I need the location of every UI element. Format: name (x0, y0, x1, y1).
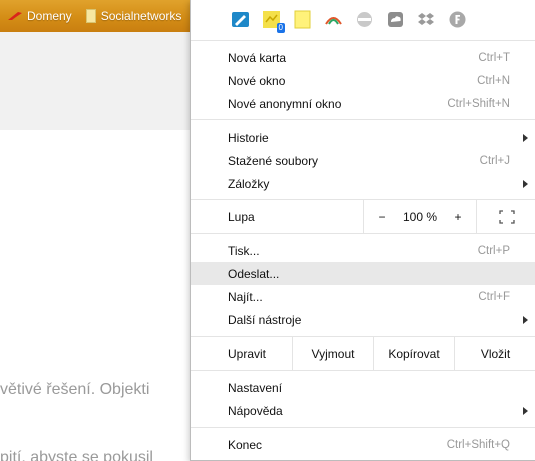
menu-item-cast[interactable]: Odeslat... (191, 262, 535, 285)
zoom-row: Lupa − 100 % + (191, 200, 535, 233)
menu-item-label: Nové okno (228, 73, 286, 88)
menu-item-shortcut: Ctrl+Shift+Q (446, 438, 510, 451)
bookmark-label: Domeny (27, 9, 72, 23)
fullscreen-icon (498, 209, 515, 224)
zoom-label: Lupa (228, 210, 255, 224)
menu-item-label: Historie (228, 130, 269, 145)
browser-menu: 0 Nová karta Ctrl+T Nové okno Ctrl+N Nov… (190, 0, 535, 461)
menu-item-bookmarks[interactable]: Záložky (191, 172, 535, 195)
edit-row: Upravit Vyjmout Kopírovat Vložit (191, 337, 535, 370)
menu-item-label: Nová karta (228, 50, 287, 65)
domeny-icon (8, 12, 22, 20)
menu-separator (191, 119, 535, 120)
menu-item-label: Další nástroje (228, 312, 302, 327)
folder-icon (85, 9, 96, 23)
menu-item-print[interactable]: Tisk... Ctrl+P (191, 239, 535, 262)
menu-item-find[interactable]: Najít... Ctrl+F (191, 285, 535, 308)
cut-button[interactable]: Vyjmout (293, 337, 373, 370)
sticky-note-icon[interactable] (293, 10, 312, 29)
bookmark-domeny[interactable]: Domeny (8, 9, 72, 23)
menu-item-label: Nové anonymní okno (228, 96, 342, 111)
fullscreen-button[interactable] (477, 200, 535, 233)
notes-icon[interactable]: 0 (262, 10, 285, 33)
menu-item-label: Nápověda (228, 403, 283, 418)
paper-icon[interactable] (231, 10, 250, 29)
f-circle-icon[interactable] (448, 10, 467, 29)
menu-item-label: Nastavení (228, 380, 283, 395)
globe-badge-icon[interactable] (355, 10, 374, 29)
extensions-row: 0 (191, 0, 535, 38)
menu-item-settings[interactable]: Nastavení (191, 376, 535, 399)
menu-separator (191, 370, 535, 371)
edit-label: Upravit (228, 346, 267, 361)
submenu-arrow-icon (523, 179, 528, 188)
bookmark-label: Socialnetworks (100, 9, 182, 23)
submenu-arrow-icon (523, 133, 528, 142)
menu-item-label: Odeslat... (228, 266, 280, 281)
rainbow-icon[interactable] (324, 10, 343, 29)
copy-button[interactable]: Kopírovat (374, 337, 454, 370)
extension-badge: 0 (276, 22, 285, 33)
menu-item-downloads[interactable]: Stažené soubory Ctrl+J (191, 149, 535, 172)
menu-item-label: Tisk... (228, 243, 260, 258)
menu-item-more-tools[interactable]: Další nástroje (191, 308, 535, 331)
page-text-line: větivé řešení. Objekti (0, 381, 150, 398)
menu-item-new-tab[interactable]: Nová karta Ctrl+T (191, 46, 535, 69)
menu-item-help[interactable]: Nápověda (191, 399, 535, 422)
menu-item-label: Stažené soubory (228, 153, 319, 168)
menu-item-new-window[interactable]: Nové okno Ctrl+N (191, 69, 535, 92)
menu-item-shortcut: Ctrl+N (477, 74, 510, 87)
menu-item-history[interactable]: Historie (191, 126, 535, 149)
menu-item-shortcut: Ctrl+J (479, 154, 510, 167)
zoom-out-button[interactable]: − (364, 200, 400, 233)
zoom-in-button[interactable]: + (440, 200, 476, 233)
dropbox-icon[interactable] (417, 10, 436, 29)
menu-item-shortcut: Ctrl+T (478, 51, 510, 64)
menu-separator (191, 427, 535, 428)
bookmark-folder-socialnetworks[interactable]: Socialnetworks (85, 9, 182, 23)
menu-item-shortcut: Ctrl+F (478, 290, 510, 303)
menu-item-label: Konec (228, 437, 263, 452)
menu-item-new-incognito[interactable]: Nové anonymní okno Ctrl+Shift+N (191, 92, 535, 115)
menu-separator (191, 233, 535, 234)
paste-button[interactable]: Vložit (455, 337, 535, 370)
menu-item-label: Záložky (228, 176, 270, 191)
menu-item-exit[interactable]: Konec Ctrl+Shift+Q (191, 433, 535, 456)
submenu-arrow-icon (523, 406, 528, 415)
menu-item-label: Najít... (228, 289, 263, 304)
menu-item-shortcut: Ctrl+P (477, 244, 510, 257)
cloud-upload-icon[interactable] (386, 10, 405, 29)
menu-item-shortcut: Ctrl+Shift+N (447, 97, 510, 110)
menu-separator (191, 40, 535, 41)
page-text-line: pití, abyste se pokusil (0, 449, 153, 461)
submenu-arrow-icon (523, 315, 528, 324)
zoom-value: 100 % (402, 209, 438, 224)
